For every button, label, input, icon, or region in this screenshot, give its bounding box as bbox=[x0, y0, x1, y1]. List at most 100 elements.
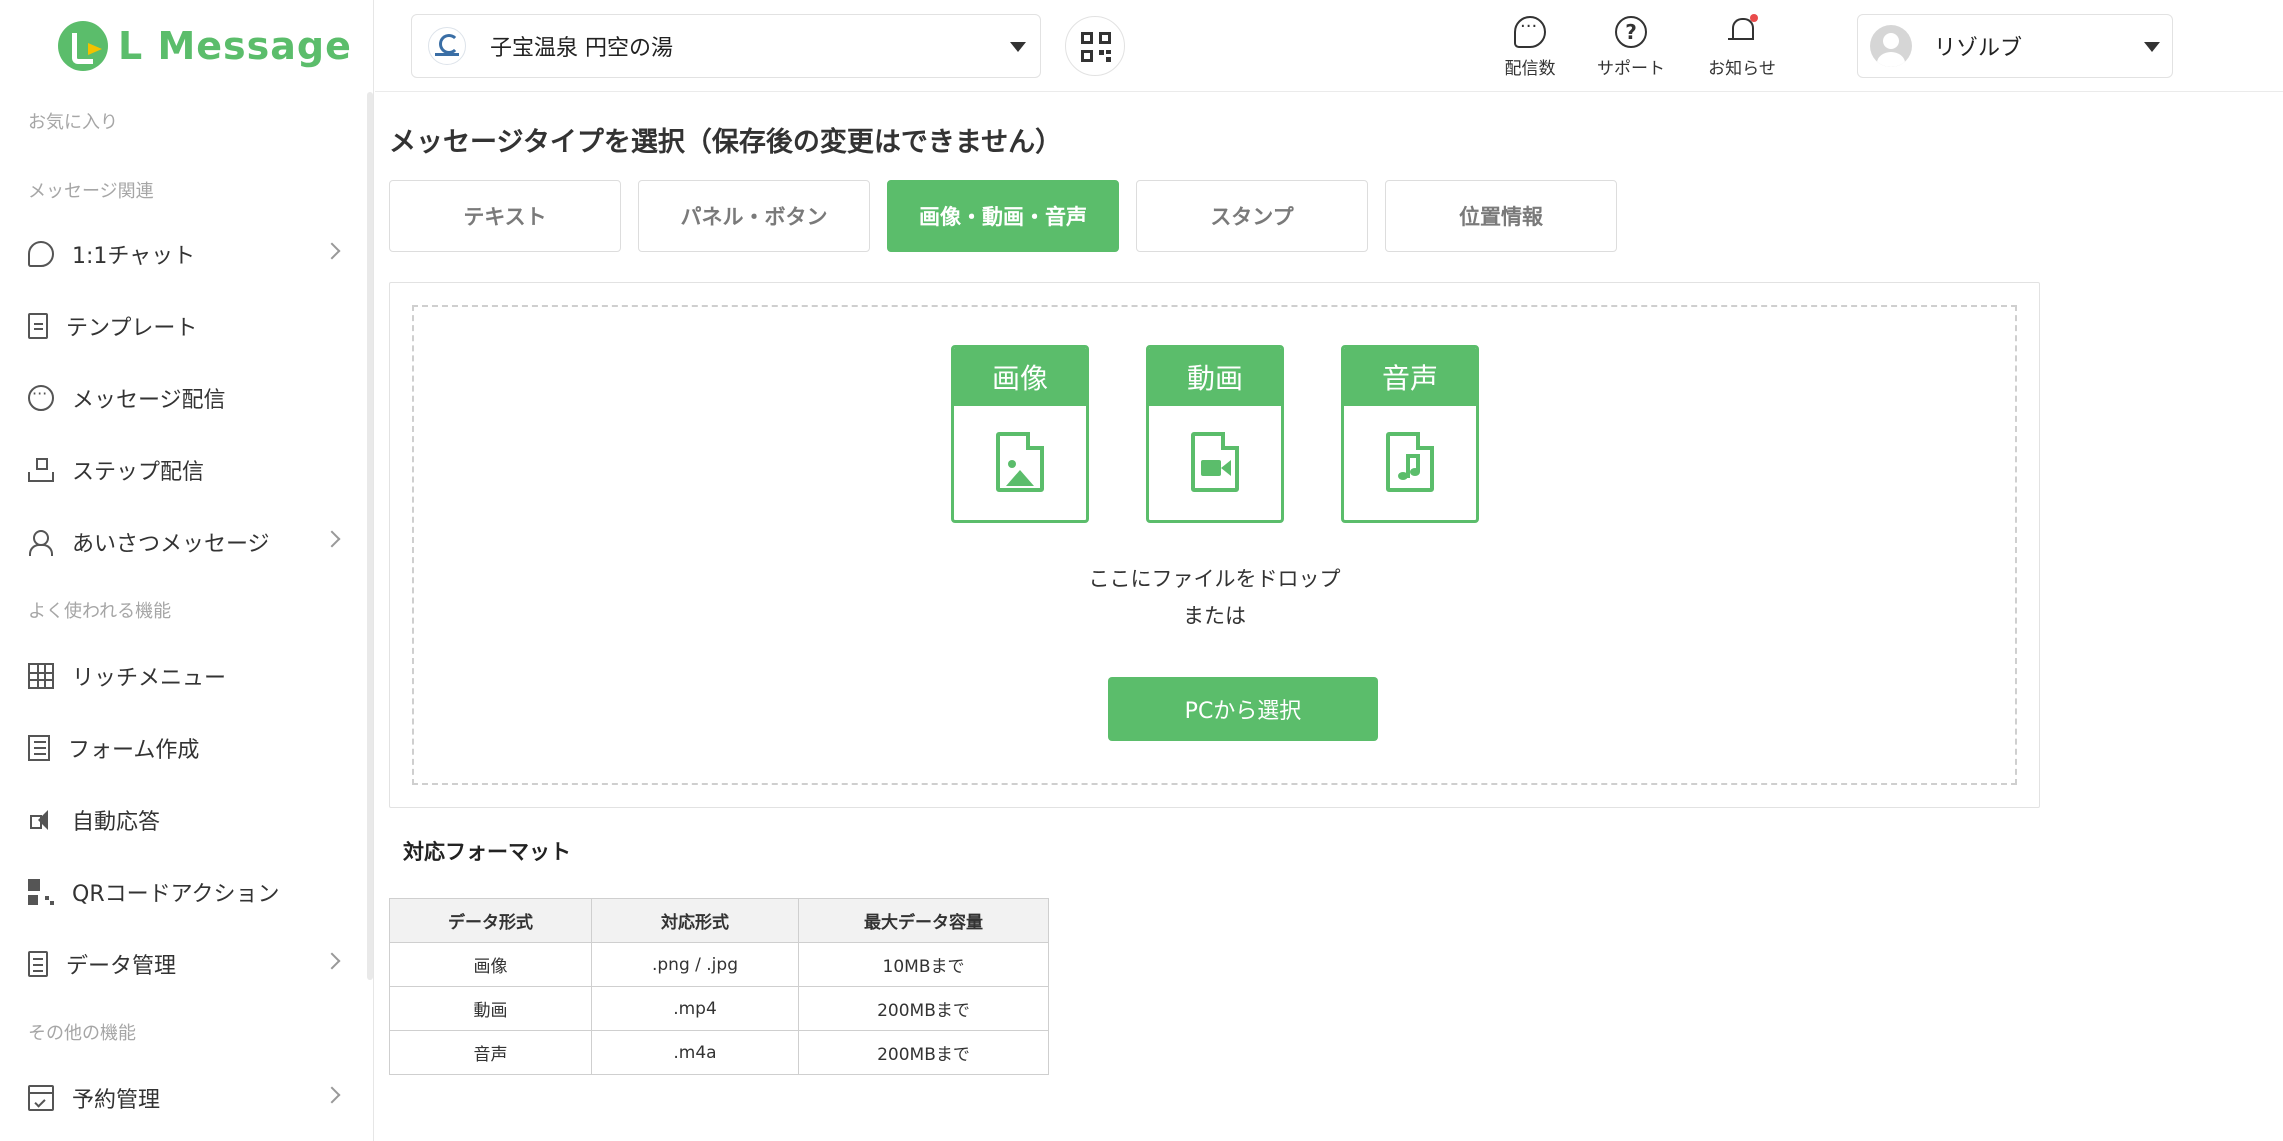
or-text: または bbox=[1183, 604, 1246, 628]
caret-down-icon bbox=[2144, 42, 2160, 52]
sidebar-item-reservation[interactable]: 予約管理 bbox=[28, 1070, 341, 1126]
column-header: 対応形式 bbox=[591, 898, 799, 943]
sidebar-item-form[interactable]: フォーム作成 bbox=[28, 720, 338, 776]
table-cell: 200MBまで bbox=[798, 1030, 1049, 1075]
table-row: 動画 .mp4 200MBまで bbox=[389, 986, 1049, 1031]
delivery-count-label: 配信数 bbox=[1504, 59, 1556, 79]
chevron-right-icon bbox=[323, 1086, 341, 1104]
media-type-cards: 画像 動画 音声 bbox=[951, 345, 1479, 523]
chevron-right-icon bbox=[323, 952, 341, 970]
tab-panel-button[interactable]: パネル・ボタン bbox=[638, 180, 870, 252]
image-file-icon bbox=[996, 432, 1044, 492]
sidebar-item-greeting[interactable]: あいさつメッセージ bbox=[28, 514, 341, 570]
table-cell: .m4a bbox=[591, 1030, 799, 1075]
chat-icon bbox=[1514, 16, 1546, 48]
audio-card-label: 音声 bbox=[1344, 348, 1476, 406]
sidebar-item-label: テンプレート bbox=[66, 316, 198, 341]
table-cell: 200MBまで bbox=[798, 986, 1049, 1031]
audio-card[interactable]: 音声 bbox=[1341, 345, 1479, 523]
user-name: リゾルブ bbox=[1934, 36, 2023, 61]
table-cell: .png / .jpg bbox=[591, 942, 799, 987]
sidebar-section-message: メッセージ関連 bbox=[28, 181, 154, 202]
table-cell: 音声 bbox=[389, 1030, 592, 1075]
tab-text[interactable]: テキスト bbox=[389, 180, 621, 252]
support-button[interactable]: ? サポート bbox=[1586, 14, 1676, 84]
sidebar-item-label: リッチメニュー bbox=[72, 666, 227, 691]
audio-file-icon bbox=[1386, 432, 1434, 492]
form-icon bbox=[28, 735, 50, 761]
document-icon bbox=[28, 313, 48, 339]
video-card-label: 動画 bbox=[1149, 348, 1281, 406]
upload-panel: 画像 動画 音声 ここにファイルをドロップ または PCから選択 bbox=[389, 282, 2040, 808]
sidebar-item-chat[interactable]: 1:1チャット bbox=[28, 226, 341, 282]
account-logo-icon bbox=[428, 27, 466, 65]
sidebar: L Message お気に入り メッセージ関連 1:1チャット テンプレート メ… bbox=[0, 0, 374, 1141]
sidebar-item-rich-menu[interactable]: リッチメニュー bbox=[28, 648, 338, 704]
table-row: 画像 .png / .jpg 10MBまで bbox=[389, 942, 1049, 987]
table-cell: .mp4 bbox=[591, 986, 799, 1031]
avatar bbox=[1870, 25, 1912, 67]
user-plus-icon bbox=[28, 529, 54, 556]
grid-icon bbox=[28, 663, 54, 689]
table-cell: 10MBまで bbox=[798, 942, 1049, 987]
sidebar-item-auto-reply[interactable]: 自動応答 bbox=[28, 792, 338, 848]
sidebar-item-label: あいさつメッセージ bbox=[72, 532, 270, 557]
calendar-icon bbox=[28, 1085, 54, 1111]
chat-bubbles-icon bbox=[28, 241, 54, 267]
chevron-right-icon bbox=[323, 242, 341, 260]
sidebar-item-data-management[interactable]: データ管理 bbox=[28, 936, 341, 992]
app-logo[interactable]: L Message bbox=[58, 20, 352, 72]
image-card-label: 画像 bbox=[954, 348, 1086, 406]
message-icon bbox=[28, 384, 54, 411]
sidebar-item-label: データ管理 bbox=[66, 954, 177, 979]
sidebar-item-label: 1:1チャット bbox=[72, 244, 196, 269]
sidebar-item-label: 予約管理 bbox=[72, 1088, 161, 1113]
help-icon: ? bbox=[1615, 16, 1647, 48]
logo-mark-icon bbox=[58, 21, 108, 71]
table-row: 音声 .m4a 200MBまで bbox=[389, 1030, 1049, 1075]
sidebar-item-step-delivery[interactable]: ステップ配信 bbox=[28, 442, 338, 498]
table-cell: 動画 bbox=[389, 986, 592, 1031]
sidebar-item-template[interactable]: テンプレート bbox=[28, 298, 338, 354]
qr-code-button[interactable] bbox=[1065, 16, 1125, 76]
message-type-tabs: テキスト パネル・ボタン 画像・動画・音声 スタンプ 位置情報 bbox=[389, 180, 1634, 252]
step-hierarchy-icon bbox=[28, 457, 54, 483]
sidebar-item-message-delivery[interactable]: メッセージ配信 bbox=[28, 370, 338, 426]
drop-instruction: ここにファイルをドロップ bbox=[1088, 567, 1341, 591]
tab-location[interactable]: 位置情報 bbox=[1385, 180, 1617, 252]
data-icon bbox=[28, 951, 48, 977]
support-label: サポート bbox=[1597, 59, 1665, 79]
notifications-button[interactable]: お知らせ bbox=[1697, 14, 1787, 84]
sidebar-item-label: 自動応答 bbox=[72, 810, 161, 835]
sidebar-item-qr-action[interactable]: QRコードアクション bbox=[28, 864, 338, 920]
select-from-pc-button[interactable]: PCから選択 bbox=[1108, 677, 1378, 741]
logo-text: L Message bbox=[118, 24, 352, 68]
chevron-right-icon bbox=[323, 530, 341, 548]
formats-table: データ形式 対応形式 最大データ容量 画像 .png / .jpg 10MBまで… bbox=[389, 898, 1049, 1075]
delivery-count-button[interactable]: 配信数 bbox=[1485, 14, 1575, 84]
qr-code-icon bbox=[28, 879, 54, 905]
video-card[interactable]: 動画 bbox=[1146, 345, 1284, 523]
table-header-row: データ形式 対応形式 最大データ容量 bbox=[389, 898, 1049, 943]
caret-down-icon bbox=[1010, 42, 1026, 52]
sidebar-item-label: メッセージ配信 bbox=[72, 388, 226, 413]
tab-stamp[interactable]: スタンプ bbox=[1136, 180, 1368, 252]
sidebar-item-label: フォーム作成 bbox=[68, 738, 200, 763]
account-selector[interactable]: 子宝温泉 円空の湯 bbox=[411, 14, 1041, 78]
image-card[interactable]: 画像 bbox=[951, 345, 1089, 523]
column-header: データ形式 bbox=[389, 898, 592, 943]
user-menu[interactable]: リゾルブ bbox=[1857, 14, 2173, 78]
notification-dot bbox=[1750, 14, 1758, 22]
tab-media[interactable]: 画像・動画・音声 bbox=[887, 180, 1119, 252]
sidebar-item-label: QRコードアクション bbox=[72, 882, 280, 907]
main-content: メッセージタイプを選択（保存後の変更はできません） テキスト パネル・ボタン 画… bbox=[375, 92, 2283, 1141]
account-name: 子宝温泉 円空の湯 bbox=[490, 36, 673, 61]
notifications-label: お知らせ bbox=[1708, 59, 1776, 79]
table-cell: 画像 bbox=[389, 942, 592, 987]
sidebar-section-other: その他の機能 bbox=[28, 1023, 136, 1044]
sidebar-scrollbar[interactable] bbox=[367, 92, 373, 980]
video-file-icon bbox=[1191, 432, 1239, 492]
file-drop-zone[interactable]: 画像 動画 音声 ここにファイルをドロップ または PCから選択 bbox=[412, 305, 2017, 785]
sidebar-item-label: ステップ配信 bbox=[72, 460, 205, 485]
sidebar-section-frequent: よく使われる機能 bbox=[28, 601, 172, 622]
